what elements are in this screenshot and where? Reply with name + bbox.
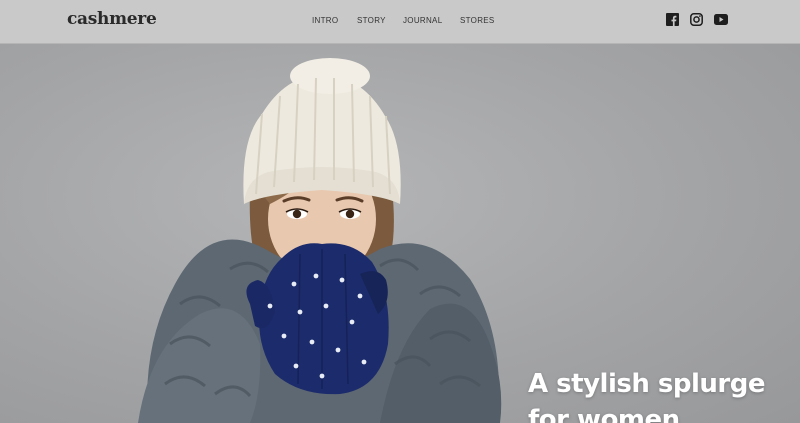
nav-item-stores[interactable]: STORES — [460, 16, 495, 25]
instagram-icon[interactable] — [690, 13, 703, 26]
hero-headline-line-1: A stylish splurge — [528, 369, 765, 399]
nav-item-intro[interactable]: INTRO — [312, 16, 338, 25]
site-header: cashmere INTRO STORY JOURNAL STORES — [0, 0, 800, 44]
youtube-icon[interactable] — [714, 13, 728, 26]
nav-item-story[interactable]: STORY — [357, 16, 386, 25]
nav-item-journal[interactable]: JOURNAL — [403, 16, 442, 25]
facebook-icon[interactable] — [666, 13, 679, 26]
main-nav: INTRO STORY JOURNAL STORES — [0, 16, 800, 30]
hero-headline: A stylish splurge for women — [528, 366, 765, 423]
hero-banner: A stylish splurge for women — [0, 44, 800, 423]
hero-headline-line-2: for women — [528, 405, 680, 423]
